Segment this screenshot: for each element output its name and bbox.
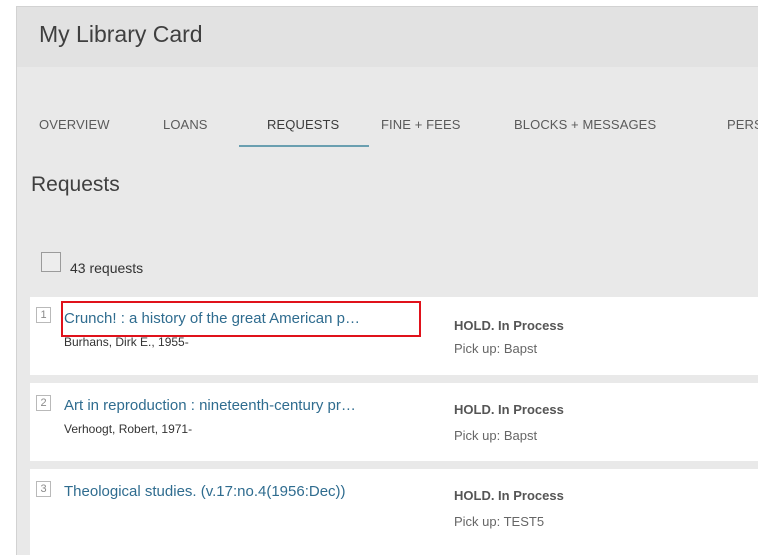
request-status: HOLD. In Process <box>454 488 564 503</box>
row-number: 3 <box>36 481 51 497</box>
request-pickup: Pick up: Bapst <box>454 341 538 356</box>
request-author: Burhans, Dirk E., 1955- <box>64 335 189 349</box>
tab-bar: OVERVIEW LOANS REQUESTS FINE + FEES BLOC… <box>17 67 758 155</box>
page-title: My Library Card <box>39 21 203 47</box>
tab-overview[interactable]: OVERVIEW <box>39 117 110 132</box>
request-title-link[interactable]: Theological studies. (v.17:no.4(1956:Dec… <box>64 483 346 500</box>
card-header: My Library Card <box>17 7 758 67</box>
tab-loans[interactable]: LOANS <box>163 117 208 132</box>
section-title: Requests <box>31 173 120 196</box>
tab-blocks-messages[interactable]: BLOCKS + MESSAGES <box>514 117 656 132</box>
request-pickup: Pick up: Bapst <box>454 428 538 443</box>
request-author: Verhoogt, Robert, 1971- <box>64 422 193 436</box>
request-title-link[interactable]: Art in reproduction : nineteenth-century… <box>64 397 356 414</box>
tab-fines-fees[interactable]: FINE + FEES <box>381 117 460 132</box>
request-status: HOLD. In Process <box>454 318 564 333</box>
list-item: 3 Theological studies. (v.17:no.4(1956:D… <box>30 469 758 555</box>
request-title-link[interactable]: Crunch! : a history of the great America… <box>64 310 360 327</box>
tab-requests[interactable]: REQUESTS <box>267 117 339 132</box>
request-pickup: Pick up: TEST5 <box>454 514 545 529</box>
row-number: 1 <box>36 307 51 323</box>
library-card-panel: My Library Card OVERVIEW LOANS REQUESTS … <box>16 6 758 555</box>
requests-count: 43 requests <box>70 260 144 276</box>
list-item: 1 Crunch! : a history of the great Ameri… <box>30 297 758 375</box>
list-item: 2 Art in reproduction : nineteenth-centu… <box>30 383 758 461</box>
tab-personal[interactable]: PERS <box>727 117 758 132</box>
request-status: HOLD. In Process <box>454 402 564 417</box>
row-number: 2 <box>36 395 51 411</box>
active-tab-indicator <box>239 145 369 147</box>
select-all-checkbox[interactable] <box>41 252 61 272</box>
